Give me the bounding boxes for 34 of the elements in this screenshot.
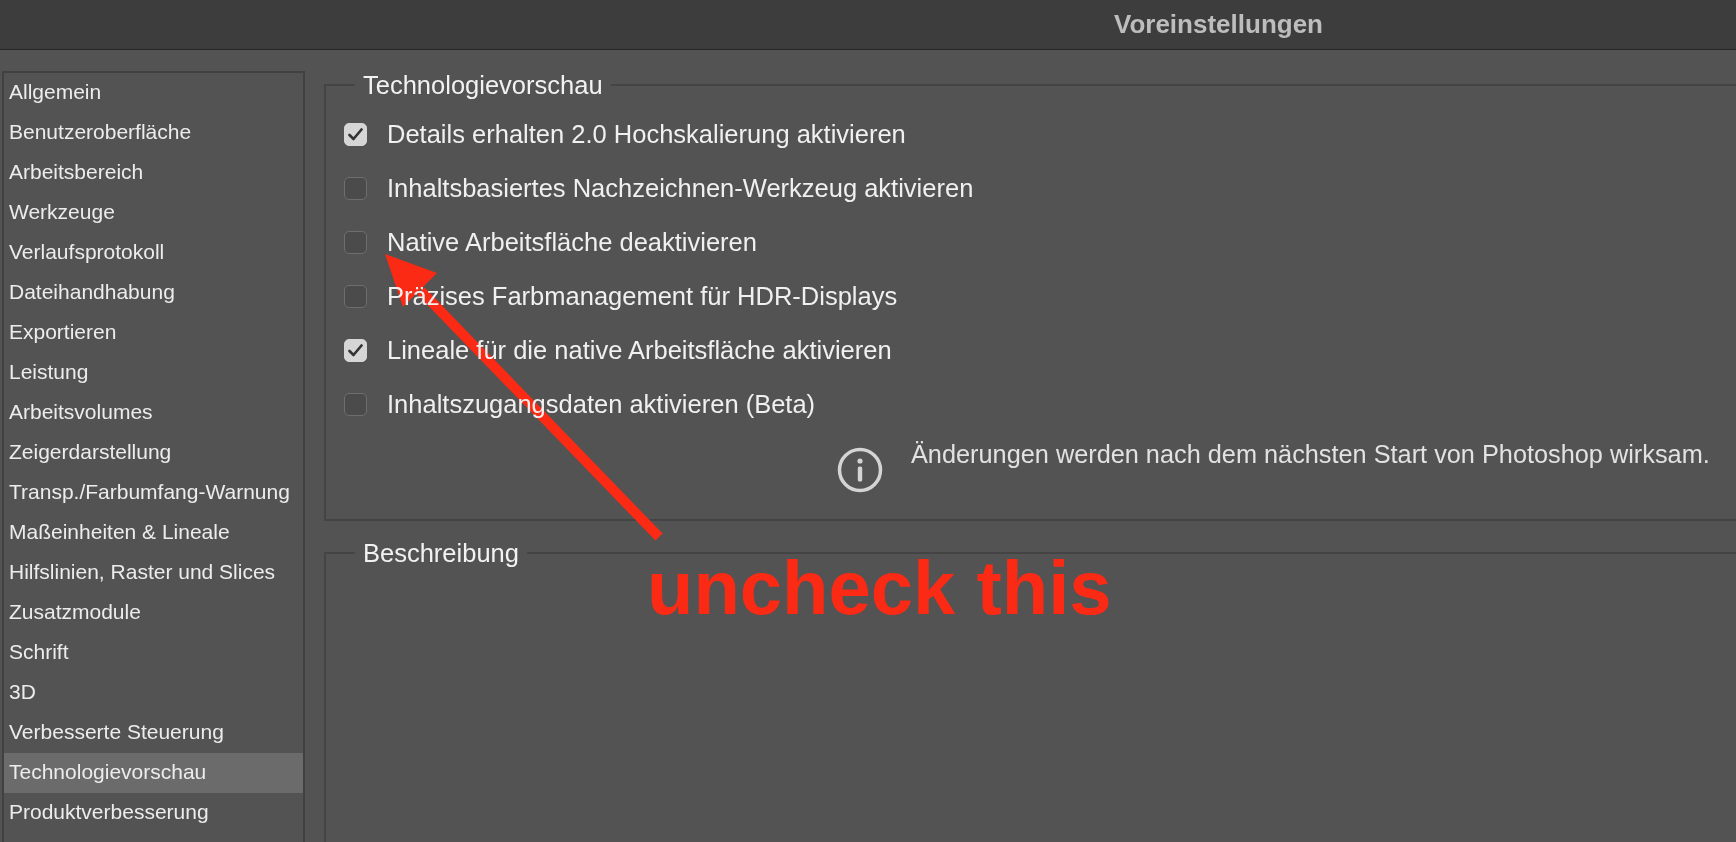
info-text: Änderungen werden nach dem nächsten Start von Photoshop wirksam. <box>911 440 1710 468</box>
annotation-text: uncheck this <box>647 550 1112 626</box>
checkbox-label: Native Arbeitsfläche deaktivieren <box>387 227 757 257</box>
sidebar-item[interactable]: Leistung <box>4 353 303 393</box>
sidebar-item[interactable]: Dateihandhabung <box>4 273 303 313</box>
sidebar-item[interactable]: Zeigerdarstellung <box>4 433 303 473</box>
sidebar-item[interactable]: Transp./Farbumfang-Warnung <box>4 473 303 513</box>
sidebar-item[interactable]: Schrift <box>4 633 303 673</box>
checkbox[interactable] <box>344 230 367 254</box>
group-title: Technologievorschau <box>362 71 604 99</box>
sidebar-item[interactable]: 3D <box>4 673 303 713</box>
info-icon <box>837 447 883 493</box>
checkbox[interactable] <box>344 176 367 200</box>
sidebar-item[interactable]: Benutzeroberfläche <box>4 113 303 153</box>
sidebar-item[interactable]: Maßeinheiten & Lineale <box>4 513 303 553</box>
sidebar-item[interactable]: Technologievorschau <box>4 753 303 793</box>
checkbox-label: Details erhalten 2.0 Hochskalierung aktivieren <box>387 119 906 149</box>
sidebar-item[interactable]: Arbeitsvolumes <box>4 393 303 433</box>
checkbox[interactable] <box>344 284 367 308</box>
sidebar-item[interactable]: Arbeitsbereich <box>4 153 303 193</box>
check-icon <box>348 343 363 357</box>
sidebar-item[interactable]: Exportieren <box>4 313 303 353</box>
sidebar-item[interactable]: Allgemein <box>4 73 303 113</box>
check-icon <box>348 127 363 141</box>
sidebar-item[interactable]: Produktverbesserung <box>4 793 303 833</box>
sidebar-item[interactable]: Hilfslinien, Raster und Slices <box>4 553 303 593</box>
sidebar-item[interactable]: Zusatzmodule <box>4 593 303 633</box>
sidebar-item[interactable]: Verlaufsprotokoll <box>4 233 303 273</box>
window-title: Voreinstellungen <box>1114 9 1323 40</box>
sidebar-item[interactable]: Werkzeuge <box>4 193 303 233</box>
checkbox[interactable] <box>344 392 367 416</box>
group-title: Beschreibung <box>362 539 520 567</box>
sidebar-item[interactable]: Verbesserte Steuerung <box>4 713 303 753</box>
checkbox-label: Inhaltsbasiertes Nachzeichnen-Werkzeug aktivieren <box>387 173 974 203</box>
